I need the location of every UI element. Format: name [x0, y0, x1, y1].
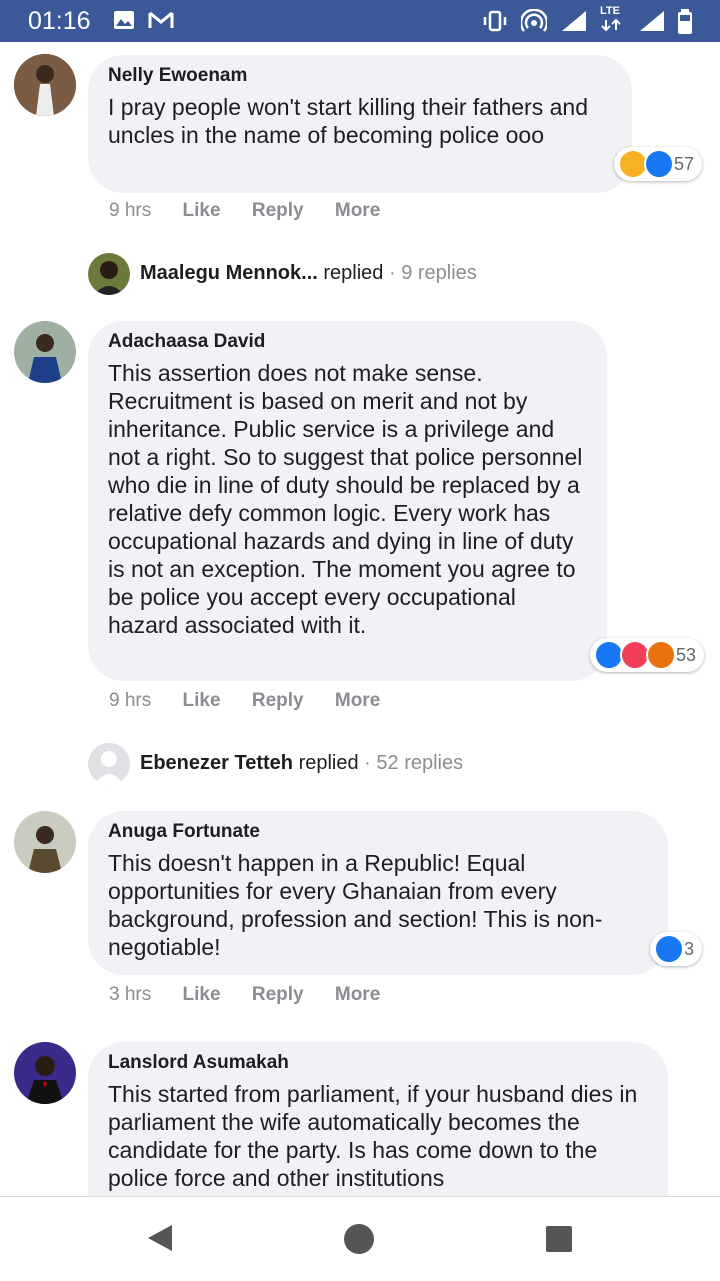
avatar[interactable]	[14, 811, 76, 873]
reply-count: · 9 replies	[388, 262, 477, 284]
comment-author[interactable]: Nelly Ewoenam	[108, 65, 612, 87]
avatar[interactable]	[14, 321, 76, 383]
comment-time: 9 hrs	[109, 690, 152, 711]
reply-avatar[interactable]	[88, 743, 130, 785]
reactions-badge[interactable]: 57	[614, 147, 703, 181]
user-photo-icon	[14, 811, 76, 873]
comment-actions: 3 hrs Like Reply More	[109, 984, 406, 1006]
comment-text: This started from parliament, if your hu…	[108, 1081, 638, 1191]
user-photo-icon	[14, 54, 76, 116]
back-icon[interactable]	[146, 1223, 174, 1253]
replier-name: Ebenezer Tetteh	[140, 752, 293, 774]
comment-bubble: Lanslord Asumakah This started from parl…	[88, 1042, 668, 1196]
default-avatar-icon	[88, 743, 130, 785]
like-icon	[644, 149, 674, 179]
comment-author[interactable]: Adachaasa David	[108, 331, 587, 353]
status-time: 01:16	[28, 7, 91, 35]
reply-button[interactable]: Reply	[252, 984, 304, 1005]
comment-actions: 9 hrs Like Reply More	[109, 690, 406, 712]
recents-icon[interactable]	[545, 1225, 573, 1253]
gallery-icon	[114, 11, 134, 29]
comment-bubble: Adachaasa David This assertion does not …	[88, 321, 607, 681]
comment-author[interactable]: Lanslord Asumakah	[108, 1052, 648, 1074]
reaction-count: 53	[676, 644, 697, 665]
avatar[interactable]	[14, 54, 76, 116]
reactions-badge[interactable]: 3	[650, 932, 703, 966]
vibrate-icon	[483, 10, 507, 32]
user-photo-icon	[14, 1042, 76, 1104]
user-photo-icon	[88, 253, 130, 295]
gmail-icon	[148, 11, 174, 28]
comment-time: 9 hrs	[109, 200, 152, 221]
comment-author[interactable]: Anuga Fortunate	[108, 821, 648, 843]
more-button[interactable]: More	[335, 984, 380, 1005]
reply-count: · 52 replies	[364, 752, 464, 774]
reply-avatar[interactable]	[88, 253, 130, 295]
replied-label: replied	[298, 752, 359, 774]
navigation-bar	[0, 1196, 720, 1281]
comment-text: I pray people won't start killing their …	[108, 94, 588, 148]
data-arrows-icon	[601, 18, 621, 32]
comment-actions: 9 hrs Like Reply More	[109, 200, 406, 222]
reactions-badge[interactable]: 53	[590, 638, 705, 672]
like-button[interactable]: Like	[183, 984, 221, 1005]
user-photo-icon	[14, 321, 76, 383]
comment-time: 3 hrs	[109, 984, 152, 1005]
replies-summary[interactable]: Ebenezer Tetteh replied · 52 replies	[140, 752, 463, 775]
angry-icon	[646, 640, 676, 670]
like-button[interactable]: Like	[183, 690, 221, 711]
comments-feed[interactable]: Nelly Ewoenam I pray people won't start …	[0, 42, 720, 1196]
hotspot-icon	[521, 9, 547, 32]
home-icon[interactable]	[343, 1223, 375, 1255]
like-icon	[654, 934, 684, 964]
status-bar: 01:16 LTE	[0, 0, 720, 42]
comment-bubble: Nelly Ewoenam I pray people won't start …	[88, 55, 632, 193]
reaction-count: 57	[674, 153, 695, 174]
comment-text: This assertion does not make sense. Recr…	[108, 360, 583, 638]
more-button[interactable]: More	[335, 690, 380, 711]
replier-name: Maalegu Mennok...	[140, 262, 318, 284]
comment-text: This doesn't happen in a Republic! Equal…	[108, 850, 603, 960]
comment-bubble: Anuga Fortunate This doesn't happen in a…	[88, 811, 668, 975]
signal-icon	[562, 11, 586, 31]
avatar[interactable]	[14, 1042, 76, 1104]
reply-button[interactable]: Reply	[252, 200, 304, 221]
replied-label: replied	[323, 262, 384, 284]
signal-icon-2	[640, 11, 664, 31]
battery-icon	[678, 9, 692, 34]
network-type: LTE	[600, 5, 620, 17]
reply-button[interactable]: Reply	[252, 690, 304, 711]
reaction-count: 3	[684, 938, 695, 959]
like-button[interactable]: Like	[183, 200, 221, 221]
replies-summary[interactable]: Maalegu Mennok... replied · 9 replies	[140, 262, 477, 285]
more-button[interactable]: More	[335, 200, 380, 221]
